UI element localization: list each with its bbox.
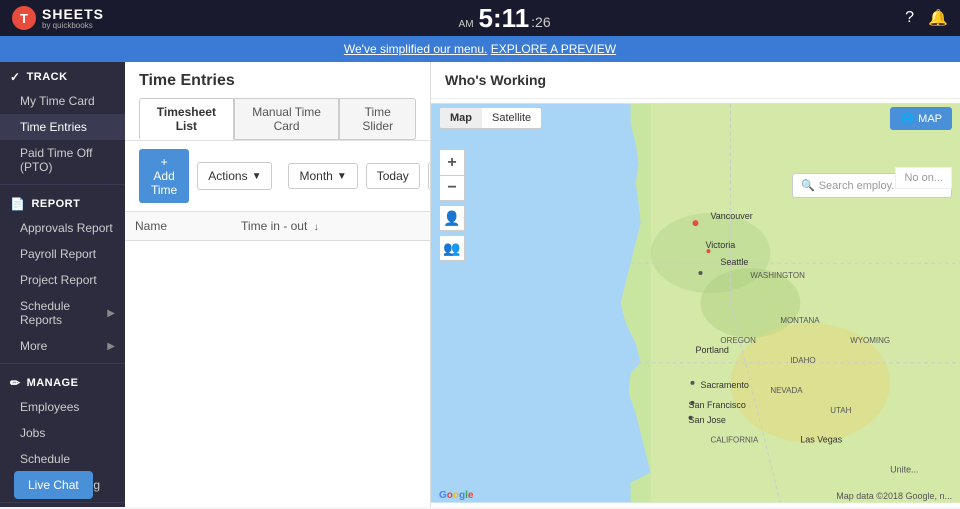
content-header: Time Entries Timesheet List Manual Time … bbox=[125, 62, 430, 141]
clock-ampm: AM bbox=[459, 19, 474, 30]
clock-display: AM 5:11 :26 bbox=[459, 3, 551, 34]
sidebar-item-time-entries[interactable]: Time Entries bbox=[0, 114, 125, 140]
sort-icon: ↓ bbox=[314, 222, 319, 233]
person-zoom-button[interactable]: 👤 bbox=[439, 205, 465, 231]
logo-icon: T bbox=[12, 6, 36, 30]
map-credit: Map data ©2018 Google, n... bbox=[836, 491, 952, 501]
logo-name: SHEETS bbox=[42, 6, 104, 22]
report-icon: 📄 bbox=[10, 197, 25, 211]
clock-time: 5:11 bbox=[479, 3, 530, 34]
tab-time-slider[interactable]: Time Slider bbox=[339, 98, 416, 140]
notifications-icon[interactable]: 🔔 bbox=[928, 8, 948, 28]
sidebar: ✓ TRACK My Time Card Time Entries Paid T… bbox=[0, 62, 125, 507]
help-icon[interactable]: ? bbox=[905, 9, 914, 27]
google-logo: G o o g l e bbox=[439, 490, 473, 501]
report-section-header: 📄 REPORT bbox=[0, 189, 125, 215]
svg-text:NEVADA: NEVADA bbox=[770, 386, 803, 395]
svg-text:San Jose: San Jose bbox=[689, 415, 726, 425]
more-arrow: ▶ bbox=[107, 341, 115, 352]
tab-manual-time-card[interactable]: Manual Time Card bbox=[234, 98, 340, 140]
search-placeholder: Search employ... bbox=[819, 180, 901, 192]
svg-text:OREGON: OREGON bbox=[720, 336, 756, 345]
group-zoom-button[interactable]: 👥 bbox=[439, 235, 465, 261]
svg-text:Sacramento: Sacramento bbox=[700, 380, 748, 390]
svg-text:Portland: Portland bbox=[696, 345, 729, 355]
search-icon: 🔍 bbox=[801, 179, 815, 192]
manage-label: MANAGE bbox=[27, 377, 79, 389]
sidebar-item-project-report[interactable]: Project Report bbox=[0, 267, 125, 293]
sidebar-item-schedule-reports[interactable]: Schedule Reports ▶ bbox=[0, 293, 125, 333]
col-name: Name bbox=[125, 212, 231, 241]
sidebar-item-approvals-report[interactable]: Approvals Report bbox=[0, 215, 125, 241]
no-one-message: No on... bbox=[895, 167, 952, 189]
sidebar-item-my-time-card[interactable]: My Time Card bbox=[0, 88, 125, 114]
actions-caret: ▼ bbox=[252, 171, 262, 182]
svg-text:MONTANA: MONTANA bbox=[780, 316, 820, 325]
banner: We've simplified our menu. EXPLORE A PRE… bbox=[0, 36, 960, 62]
page-title: Time Entries bbox=[139, 72, 416, 90]
zoom-controls: + − 👤 👥 bbox=[439, 149, 465, 261]
time-entries-table-area: Name Time in - out ↓ bbox=[125, 212, 430, 507]
toolbar: + Add Time Actions ▼ Month ▼ Today 📅 ‹ ›… bbox=[125, 141, 430, 212]
whos-working-map: Vancouver Victoria Seattle WASHINGTON MO… bbox=[431, 99, 960, 507]
svg-text:WASHINGTON: WASHINGTON bbox=[750, 271, 805, 280]
svg-text:IDAHO: IDAHO bbox=[790, 356, 815, 365]
track-label: TRACK bbox=[27, 71, 68, 83]
svg-text:Victoria: Victoria bbox=[705, 240, 735, 250]
map-tab[interactable]: Map bbox=[440, 108, 482, 128]
zoom-out-button[interactable]: − bbox=[439, 175, 465, 201]
sidebar-item-pto[interactable]: Paid Time Off (PTO) bbox=[0, 140, 125, 180]
sidebar-item-jobs[interactable]: Jobs bbox=[0, 420, 125, 446]
svg-text:Las Vegas: Las Vegas bbox=[800, 435, 842, 445]
main-layout: ✓ TRACK My Time Card Time Entries Paid T… bbox=[0, 62, 960, 507]
report-label: REPORT bbox=[31, 198, 80, 210]
tabs-row: Timesheet List Manual Time Card Time Sli… bbox=[139, 98, 416, 140]
svg-text:San Francisco: San Francisco bbox=[689, 400, 746, 410]
sidebar-item-payroll-report[interactable]: Payroll Report bbox=[0, 241, 125, 267]
satellite-tab[interactable]: Satellite bbox=[482, 108, 541, 128]
schedule-reports-arrow: ▶ bbox=[107, 308, 115, 319]
col-time-in-out[interactable]: Time in - out ↓ bbox=[231, 212, 430, 241]
banner-text: We've simplified our menu. bbox=[344, 42, 487, 56]
svg-text:WYOMING: WYOMING bbox=[850, 336, 890, 345]
svg-text:Unite...: Unite... bbox=[890, 465, 918, 475]
actions-button[interactable]: Actions ▼ bbox=[197, 162, 272, 190]
svg-text:CALIFORNIA: CALIFORNIA bbox=[710, 436, 759, 445]
whos-working-panel: Who's Working bbox=[430, 62, 960, 507]
sidebar-item-schedule[interactable]: Schedule bbox=[0, 446, 125, 472]
map-globe-icon: 🌐 bbox=[900, 112, 914, 125]
svg-text:Seattle: Seattle bbox=[720, 257, 748, 267]
time-entries-table: Name Time in - out ↓ bbox=[125, 212, 430, 241]
top-bar: T SHEETS by quickbooks AM 5:11 :26 ? 🔔 bbox=[0, 0, 960, 36]
sidebar-item-employees[interactable]: Employees bbox=[0, 394, 125, 420]
map-satellite-tabs: Map Satellite bbox=[439, 107, 542, 129]
logo-area: T SHEETS by quickbooks bbox=[12, 6, 104, 30]
tab-timesheet-list[interactable]: Timesheet List bbox=[139, 98, 234, 140]
banner-link[interactable]: EXPLORE A PREVIEW bbox=[491, 42, 616, 56]
sidebar-item-more[interactable]: More ▶ bbox=[0, 333, 125, 359]
zoom-in-button[interactable]: + bbox=[439, 149, 465, 175]
svg-text:UTAH: UTAH bbox=[830, 406, 851, 415]
track-section-header: ✓ TRACK bbox=[0, 62, 125, 88]
top-right-icons: ? 🔔 bbox=[905, 8, 948, 28]
month-selector[interactable]: Month ▼ bbox=[288, 163, 357, 189]
map-button[interactable]: 🌐 MAP bbox=[890, 107, 952, 130]
track-icon: ✓ bbox=[10, 70, 21, 84]
today-button[interactable]: Today bbox=[366, 163, 420, 189]
logo-sub: by quickbooks bbox=[42, 22, 104, 30]
manage-icon: ✏ bbox=[10, 376, 21, 390]
clock-seconds: :26 bbox=[531, 14, 550, 30]
live-chat-button[interactable]: Live Chat bbox=[14, 471, 93, 499]
add-time-button[interactable]: + Add Time bbox=[139, 149, 189, 203]
map-svg: Vancouver Victoria Seattle WASHINGTON MO… bbox=[431, 99, 960, 507]
month-caret: ▼ bbox=[337, 171, 347, 182]
whos-working-title: Who's Working bbox=[431, 62, 960, 99]
svg-text:Vancouver: Vancouver bbox=[710, 211, 752, 221]
manage-section-header: ✏ MANAGE bbox=[0, 368, 125, 394]
content-area: Time Entries Timesheet List Manual Time … bbox=[125, 62, 430, 507]
